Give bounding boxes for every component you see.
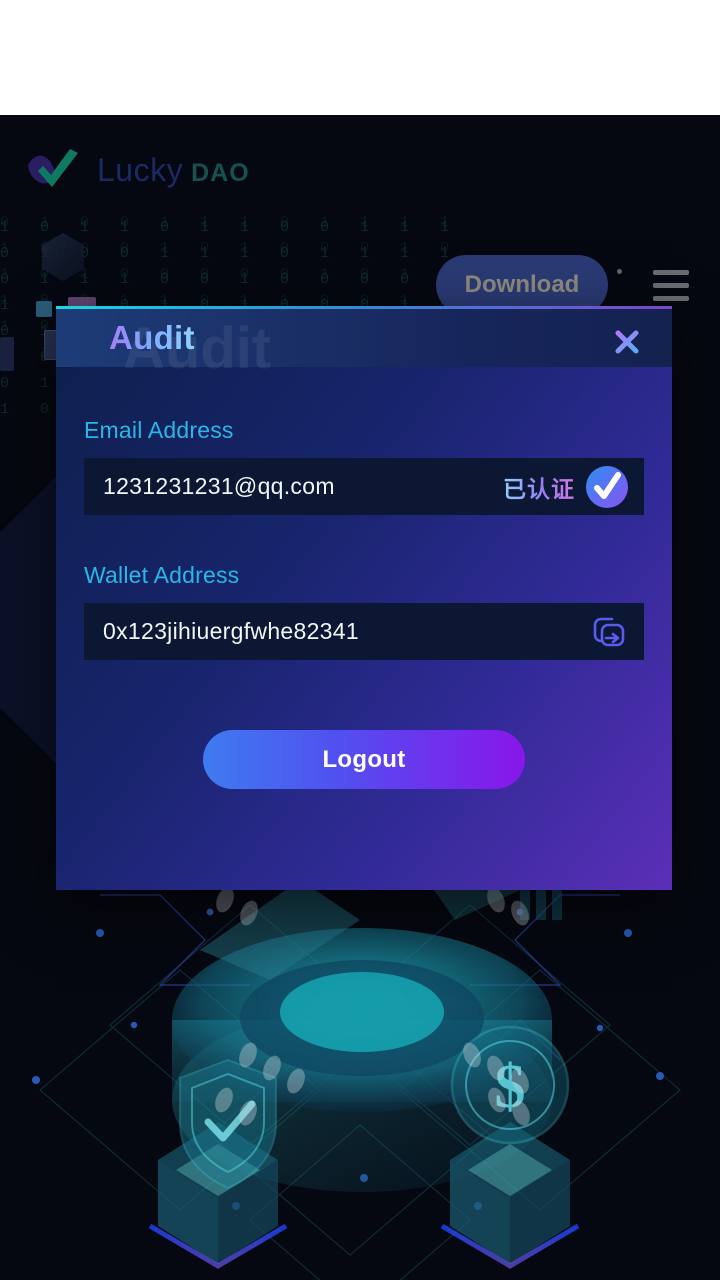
close-icon[interactable]	[610, 325, 644, 359]
logout-button[interactable]: Logout	[203, 730, 525, 789]
verified-label: 已认证	[503, 470, 575, 504]
screen-root: 0 1 0 0 1 1 1 0 1 1 1 1 1 0 0 0 1 1 0 1 …	[0, 0, 720, 1280]
copy-icon[interactable]	[588, 612, 628, 652]
blockchain-illustration: $	[0, 860, 720, 1280]
page-title: Audit	[109, 319, 195, 356]
hamburger-bar-1	[653, 269, 689, 275]
app-page: 0 1 0 0 1 1 1 0 1 1 1 1 1 0 0 0 1 1 0 1 …	[0, 115, 720, 1280]
check-circle-icon	[586, 465, 628, 508]
hexagon-decoration-icon	[42, 233, 84, 281]
field-spacer	[84, 515, 644, 562]
brand-text: Lucky DAO	[97, 152, 250, 189]
checkmark-logo-icon	[26, 147, 84, 193]
brand-logo[interactable]: Lucky DAO	[26, 147, 250, 193]
modal-title-wrap: Audit Audit	[109, 309, 271, 381]
hamburger-bar-2	[653, 282, 689, 288]
app-header: Lucky DAO Download	[0, 115, 720, 315]
hamburger-menu-icon[interactable]	[649, 263, 693, 307]
email-field-label: Email Address	[84, 417, 234, 443]
verified-badge: 已认证	[503, 465, 628, 508]
svg-text:$: $	[495, 1053, 526, 1121]
hamburger-bar-3	[653, 295, 689, 301]
email-field[interactable]: 1231231231@qq.com 已认证	[84, 458, 644, 515]
modal-header: Audit Audit	[56, 309, 672, 381]
wallet-field-label: Wallet Address	[84, 562, 240, 588]
dot-decoration-gray	[617, 269, 622, 274]
modal-body: Email Address 1231231231@qq.com 已认证 Wall…	[56, 367, 672, 789]
square-decoration-cyan	[36, 301, 52, 317]
wallet-field[interactable]: 0x123jihiuergfwhe82341	[84, 603, 644, 660]
logout-row: Logout	[84, 730, 644, 789]
blank-top-strip	[0, 0, 720, 115]
wallet-value: 0x123jihiuergfwhe82341	[103, 618, 359, 644]
brand-name-primary: Lucky	[97, 151, 184, 188]
email-value: 1231231231@qq.com	[103, 473, 335, 499]
audit-modal: Audit Audit Email Address 1231231231@qq.…	[56, 306, 672, 890]
square-decoration-navy	[0, 337, 14, 371]
brand-name-secondary: DAO	[191, 158, 250, 187]
